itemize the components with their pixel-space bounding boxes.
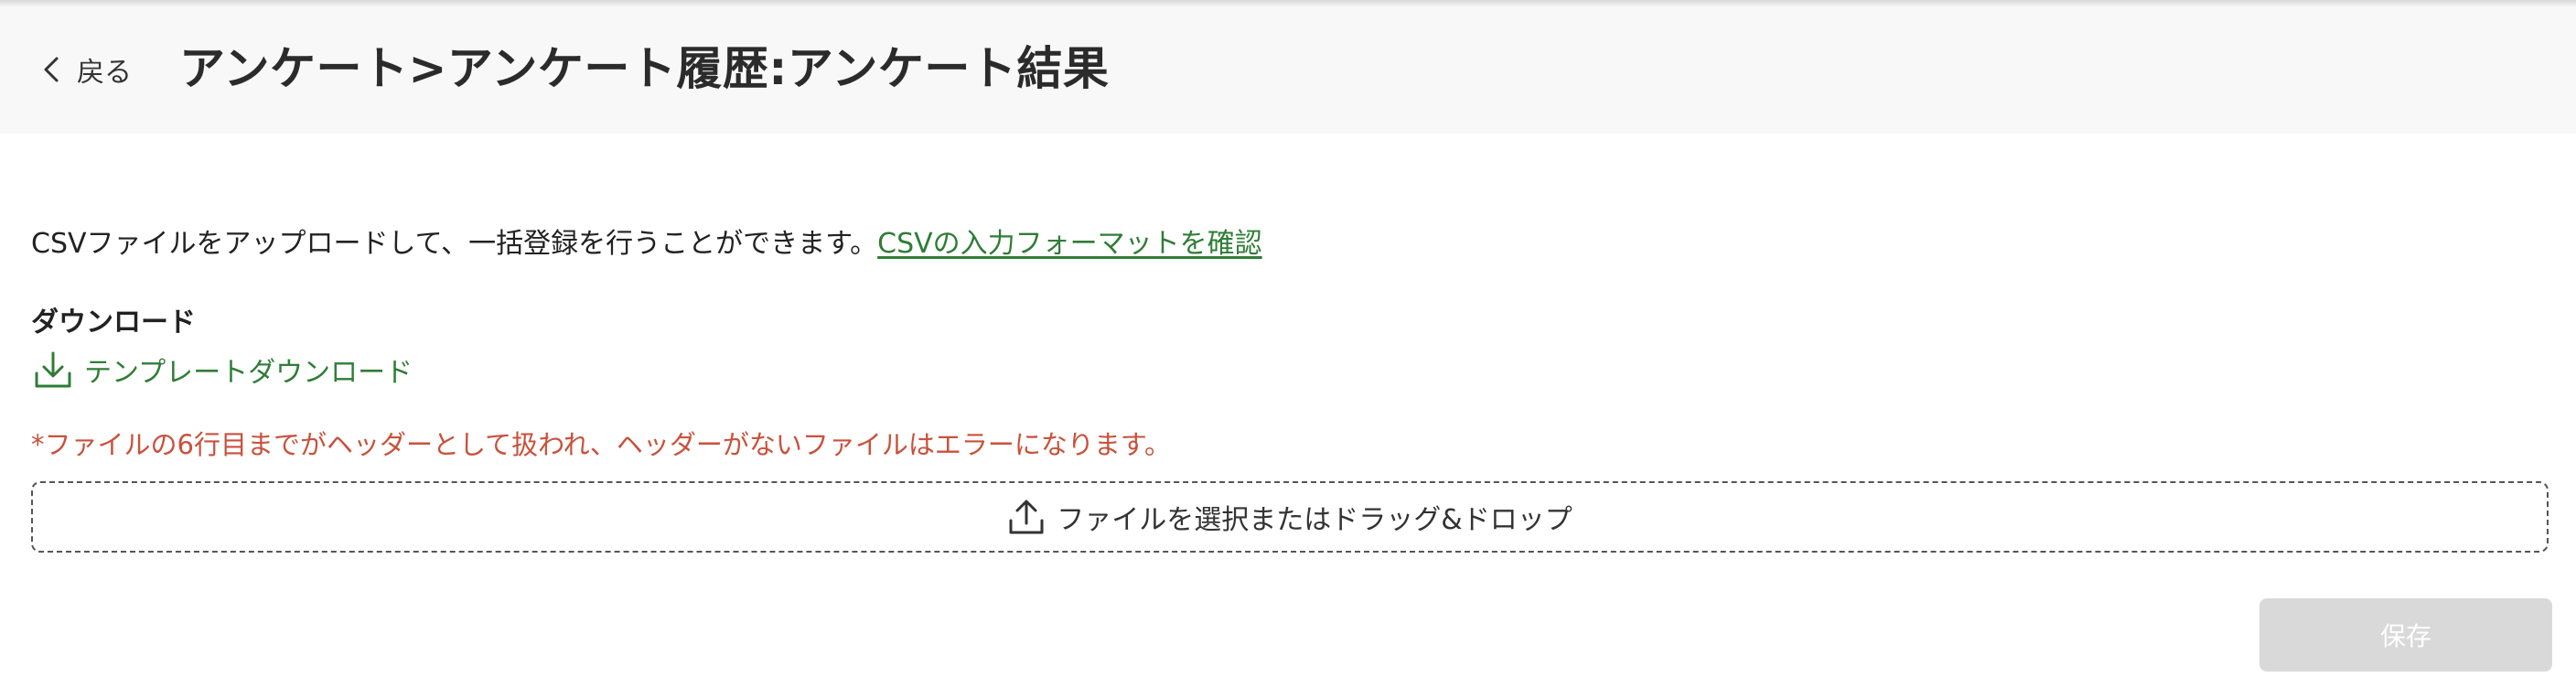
back-button[interactable]: 戻る: [37, 44, 132, 95]
back-label: 戻る: [77, 57, 132, 89]
file-dropzone[interactable]: ファイルを選択またはドラッグ&ドロップ: [31, 481, 2549, 553]
page-header: 戻る アンケート>アンケート履歴:アンケート結果: [0, 0, 2576, 134]
chevron-left-icon: [44, 57, 59, 82]
template-download-link[interactable]: テンプレートダウンロード: [33, 349, 413, 390]
download-icon: [35, 351, 71, 388]
dropzone-label: ファイルを選択またはドラッグ&ドロップ: [1057, 504, 1572, 536]
intro-text: CSVファイルをアップロードして、一括登録を行うことができます。CSVの入力フォ…: [31, 223, 1262, 265]
save-button[interactable]: 保存: [2259, 598, 2552, 672]
download-section-label: ダウンロード: [31, 306, 196, 339]
upload-icon: [1009, 500, 1044, 534]
page-title: アンケート>アンケート履歴:アンケート結果: [179, 42, 1110, 95]
intro-description: CSVファイルをアップロードして、一括登録を行うことができます。: [31, 228, 878, 260]
csv-format-link[interactable]: CSVの入力フォーマットを確認: [877, 228, 1262, 260]
header-top-shadow: [0, 0, 2576, 7]
template-download-label: テンプレートダウンロード: [84, 357, 413, 389]
header-warning-text: *ファイルの6行目までがヘッダーとして扱われ、ヘッダーがないファイルはエラーにな…: [31, 429, 1172, 460]
